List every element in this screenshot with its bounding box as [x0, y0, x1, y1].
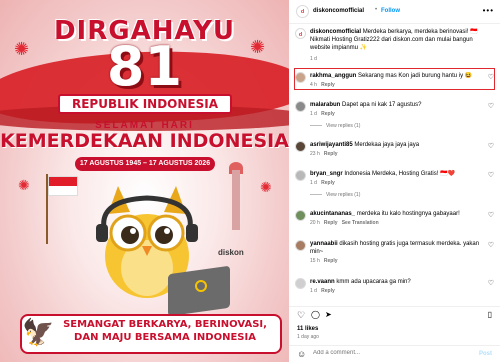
header-username[interactable]: diskoncomofficial [313, 8, 364, 14]
avatar[interactable] [295, 210, 306, 221]
comment-age: 20 h [310, 220, 320, 226]
add-comment-input[interactable] [313, 350, 463, 356]
like-heart-icon[interactable]: ♡ [488, 171, 494, 179]
list-item: akucintananas_ merdeka itu kalo hostingn… [289, 210, 500, 230]
divider [310, 194, 322, 196]
comment-text: Sekarang mas Kon jadi burung hantu iy 😆 [358, 73, 473, 79]
list-item: yannaabii dikasih hosting gratis juga te… [289, 240, 500, 268]
indonesia-flag-icon [48, 176, 78, 196]
image-title-number: 81 [106, 35, 183, 98]
like-heart-icon[interactable]: ♡ [488, 142, 494, 150]
reply-button[interactable]: Reply [324, 151, 338, 157]
comment-username[interactable]: bryan_sngr [310, 171, 343, 177]
monument-icon [232, 170, 240, 230]
list-item: rakhma_anggun Sekarang mas Kon jadi buru… [289, 72, 500, 92]
avatar[interactable] [295, 240, 306, 251]
avatar[interactable] [295, 72, 306, 83]
firework-icon: ✺ [14, 39, 30, 59]
more-options-icon[interactable]: ••• [483, 6, 494, 15]
like-heart-icon[interactable]: ♡ [488, 241, 494, 249]
caption-username[interactable]: diskoncomofficial [310, 29, 361, 35]
comment-username[interactable]: malarabun [310, 102, 340, 108]
comment-text: merdeka itu kalo hostingnya gabayaar! [356, 211, 460, 217]
like-heart-icon[interactable]: ♡ [488, 73, 494, 81]
comment-age: 1 d [310, 180, 317, 186]
comment-username[interactable]: re.vaann [310, 279, 335, 285]
reply-button[interactable]: Reply [324, 258, 338, 264]
comment-text: Dapet apa ni kak 17 agustus? [342, 102, 422, 108]
reply-button[interactable]: Reply [321, 288, 335, 294]
list-item: malarabun Dapet apa ni kak 17 agustus? 1… [289, 101, 500, 131]
reply-button[interactable]: Reply [321, 180, 335, 186]
firework-icon: ✺ [250, 37, 266, 57]
list-item: bryan_sngr Indonesia Merdeka, Hosting Gr… [289, 170, 500, 200]
avatar[interactable] [295, 278, 306, 289]
like-heart-icon[interactable]: ♡ [488, 211, 494, 219]
like-count[interactable]: 11 likes [297, 326, 318, 332]
image-subtitle-big: KEMERDEKAAN INDONESIA [0, 130, 289, 152]
share-icon[interactable]: ➤ [325, 310, 332, 319]
avatar[interactable] [295, 141, 306, 152]
brand-logo-icon: d [298, 32, 303, 38]
firework-icon: ✺ [260, 179, 272, 195]
comment-text: kmm ada upacaraa ga min? [336, 279, 411, 285]
like-heart-icon[interactable]: ♡ [488, 279, 494, 287]
view-replies-label: View replies (1) [326, 192, 361, 198]
caption-age: 1 d [310, 56, 317, 62]
save-icon[interactable]: ▯ [488, 310, 492, 319]
image-bottom-text: SEMANGAT BERKARYA, BERINOVASI, DAN MAJU … [63, 319, 267, 343]
action-bar: ♡ ◯ ➤ ▯ [289, 306, 500, 322]
avatar[interactable] [295, 101, 306, 112]
comment-username[interactable]: rakhma_anggun [310, 73, 356, 79]
comment-age: 4 h [310, 82, 317, 88]
brand-logo-icon: d [300, 9, 305, 15]
image-ribbon: REPUBLIK INDONESIA [58, 94, 232, 114]
comment-age: 1 d [310, 288, 317, 294]
post-button[interactable]: Post [479, 351, 492, 357]
comments-panel: d diskoncomofficial • Follow ••• d disko… [289, 0, 500, 362]
view-replies-button[interactable]: View replies (1) [310, 123, 360, 129]
image-brand: diskon [218, 248, 244, 257]
firework-icon: ✺ [18, 177, 30, 193]
avatar[interactable]: d [295, 28, 306, 39]
garuda-emblem-icon: 🦅 [22, 317, 55, 347]
post-header: d diskoncomofficial • Follow ••• [289, 0, 500, 24]
comments-list[interactable]: d diskoncomofficial Merdeka berkarya, me… [289, 24, 500, 344]
follow-button[interactable]: Follow [381, 8, 400, 14]
divider [310, 125, 322, 127]
list-item: asriwijayanti85 Merdekaa jaya jaya jaya … [289, 141, 500, 161]
like-heart-icon[interactable]: ♡ [488, 102, 494, 110]
comment-username[interactable]: akucintananas_ [310, 211, 355, 217]
comment-age: 23 h [310, 151, 320, 157]
image-date-range: 17 AGUSTUS 1945 – 17 AGUSTUS 2026 [75, 157, 215, 171]
comment-text: Merdekaa jaya jaya jaya [354, 142, 420, 148]
reply-button[interactable]: Reply [324, 220, 338, 226]
avatar[interactable]: d [296, 5, 309, 18]
like-icon[interactable]: ♡ [297, 310, 305, 321]
view-replies-button[interactable]: View replies (1) [310, 192, 360, 198]
view-replies-label: View replies (1) [326, 123, 361, 129]
header-separator: • [375, 7, 378, 13]
reply-button[interactable]: Reply [321, 111, 335, 117]
comment-age: 15 h [310, 258, 320, 264]
post-image[interactable]: DIRGAHAYU 81 REPUBLIK INDONESIA SELAMAT … [0, 0, 289, 362]
avatar[interactable] [295, 170, 306, 181]
see-translation-button[interactable]: See Translation [342, 220, 379, 226]
comment-username[interactable]: yannaabii [310, 241, 338, 247]
posted-ago: 1 day ago [297, 334, 319, 340]
reply-button[interactable]: Reply [321, 82, 335, 88]
add-comment-row: ☺ Post [289, 345, 500, 362]
laptop-logo-icon [195, 280, 207, 292]
smiley-icon[interactable]: ☺ [297, 349, 306, 359]
comment-text: Indonesia Merdeka, Hosting Gratis! 🇮🇩❤️ [344, 171, 456, 177]
comment-icon[interactable]: ◯ [311, 310, 320, 319]
comment-age: 1 d [310, 111, 317, 117]
list-item: re.vaann kmm ada upacaraa ga min? 1 d Re… [289, 278, 500, 298]
caption: d diskoncomofficial Merdeka berkarya, me… [289, 28, 500, 62]
comment-username[interactable]: asriwijayanti85 [310, 142, 353, 148]
